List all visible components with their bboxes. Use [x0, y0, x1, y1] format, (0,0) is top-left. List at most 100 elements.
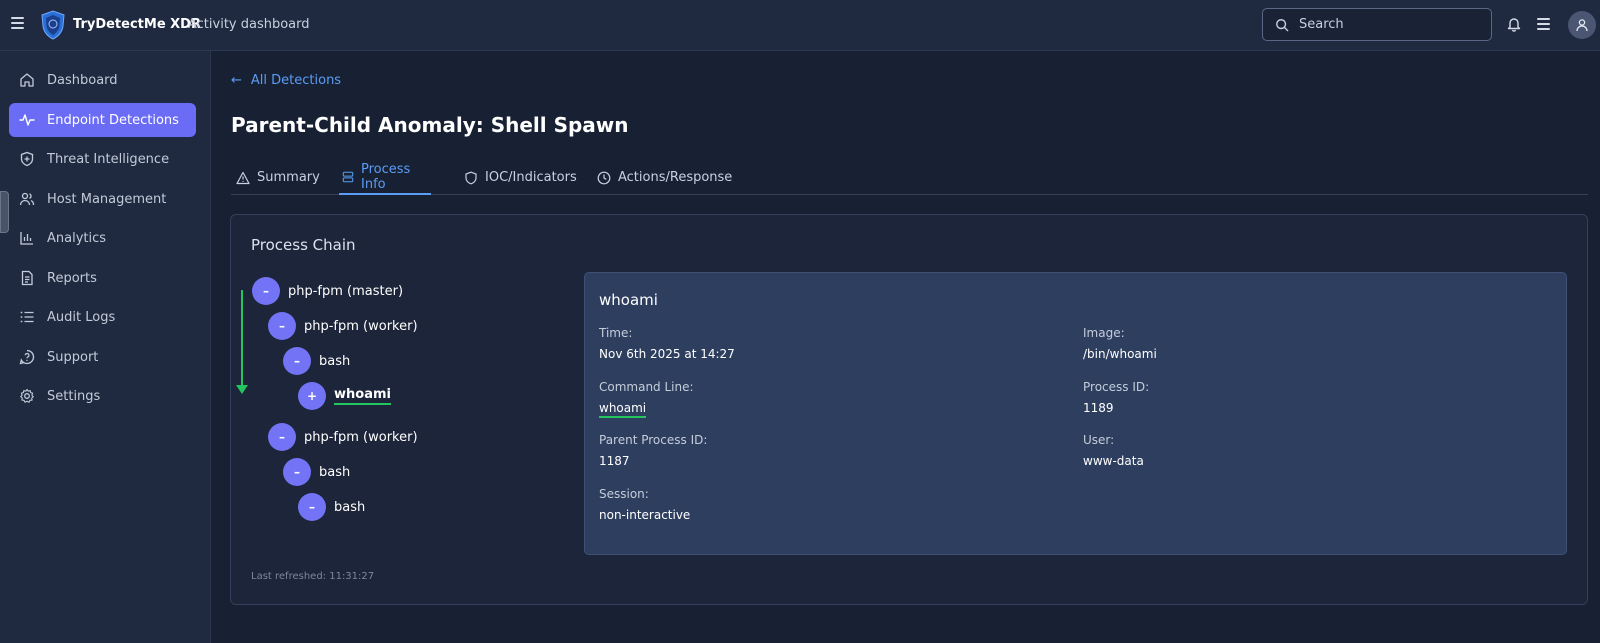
process-detail-panel: whoami Time: Nov 6th 2025 at 14:27 Image…: [584, 272, 1567, 555]
field-label: Parent Process ID:: [599, 433, 708, 447]
field-label: Image:: [1083, 326, 1125, 340]
card-title: Process Chain: [251, 236, 356, 254]
sidebar-item-threat-intelligence[interactable]: Threat Intelligence: [9, 142, 196, 176]
collapse-toggle[interactable]: –: [283, 347, 311, 375]
alert-triangle-icon: [236, 171, 250, 184]
field-label: Command Line:: [599, 380, 694, 394]
field-value: whoami: [599, 401, 647, 418]
sidebar-item-analytics[interactable]: Analytics: [9, 221, 196, 255]
sidebar-item-support[interactable]: Support: [9, 340, 196, 374]
sidebar-item-label: Dashboard: [47, 72, 118, 88]
process-node-bash[interactable]: – bash: [283, 347, 350, 375]
back-link-label: All Detections: [250, 73, 342, 88]
tab-bar: Summary Process Info IOC/Indicators Acti…: [231, 160, 1588, 195]
process-node-label: php-fpm (master): [288, 283, 404, 299]
sidebar-item-label: Settings: [47, 388, 101, 404]
arrow-down-icon: [236, 385, 248, 394]
hamburger-menu-icon[interactable]: [10, 15, 26, 31]
field-label: Session:: [599, 487, 649, 501]
process-node-label: php-fpm (worker): [304, 318, 418, 334]
field-value: www-data: [1083, 454, 1144, 468]
sidebar-collapse-handle[interactable]: [0, 191, 9, 233]
section-title: Activity dashboard: [188, 17, 310, 32]
shield-icon: [465, 171, 477, 184]
field-value: Nov 6th 2025 at 14:27: [599, 347, 735, 361]
bell-icon[interactable]: [1506, 16, 1522, 32]
field-command-line: Command Line: whoami: [599, 380, 1039, 418]
tab-label: Summary: [257, 170, 320, 185]
tab-label: Actions/Response: [618, 170, 733, 185]
field-label: User:: [1083, 433, 1115, 447]
list-menu-icon[interactable]: [1537, 17, 1553, 33]
field-image: Image: /bin/whoami: [1083, 326, 1523, 362]
process-node-bash[interactable]: – bash: [298, 493, 365, 521]
help-circle-icon: [19, 349, 35, 365]
sidebar-item-settings[interactable]: Settings: [9, 379, 196, 413]
process-node-label: bash: [334, 499, 366, 515]
sidebar-item-label: Analytics: [47, 230, 107, 246]
process-node-bash[interactable]: – bash: [283, 458, 350, 486]
file-text-icon: [21, 270, 33, 286]
sidebar-item-endpoint-detections[interactable]: Endpoint Detections: [9, 103, 196, 137]
last-refreshed: Last refreshed: 11:31:27: [251, 571, 375, 582]
sidebar-item-reports[interactable]: Reports: [9, 261, 196, 295]
process-node-php-fpm-worker[interactable]: – php-fpm (worker): [268, 312, 418, 340]
sidebar-item-label: Support: [47, 349, 99, 365]
process-node-label: php-fpm (worker): [304, 429, 418, 445]
field-label: Process ID:: [1083, 380, 1150, 394]
collapse-toggle[interactable]: –: [252, 277, 280, 305]
field-process-id: Process ID: 1189: [1083, 380, 1523, 416]
field-session: Session: non-interactive: [599, 487, 1039, 523]
sidebar-item-label: Endpoint Detections: [47, 112, 179, 128]
avatar[interactable]: [1568, 11, 1596, 39]
server-icon: [342, 171, 354, 182]
process-chain-card: Process Chain – php-fpm (master) – php-f…: [230, 214, 1588, 605]
process-node-whoami[interactable]: + whoami: [298, 382, 391, 410]
collapse-toggle[interactable]: –: [268, 423, 296, 451]
tab-process-info[interactable]: Process Info: [339, 160, 431, 195]
clock-icon: [597, 171, 611, 184]
field-value: 1189: [1083, 401, 1114, 415]
user-icon: [1576, 19, 1588, 32]
process-node-php-fpm-worker[interactable]: – php-fpm (worker): [268, 423, 418, 451]
tab-ioc-indicators[interactable]: IOC/Indicators: [461, 160, 580, 195]
bar-chart-icon: [20, 232, 33, 245]
page-title: Parent-Child Anomaly: Shell Spawn: [231, 113, 629, 137]
logo-shield-icon: [41, 10, 65, 40]
field-value: 1187: [599, 454, 630, 468]
detail-title: whoami: [599, 291, 658, 309]
tab-actions-response[interactable]: Actions/Response: [594, 160, 735, 195]
tab-summary[interactable]: Summary: [233, 160, 323, 195]
sidebar-item-label: Reports: [47, 270, 97, 286]
field-user: User: www-data: [1083, 433, 1523, 469]
sidebar-item-label: Threat Intelligence: [47, 151, 170, 167]
gear-icon: [20, 388, 34, 403]
field-time: Time: Nov 6th 2025 at 14:27: [599, 326, 1039, 362]
expand-toggle[interactable]: +: [298, 382, 326, 410]
collapse-toggle[interactable]: –: [268, 312, 296, 340]
search-input[interactable]: [1299, 17, 1479, 32]
chain-arrow: [241, 290, 243, 388]
home-icon: [20, 73, 34, 87]
collapse-toggle[interactable]: –: [298, 493, 326, 521]
process-node-label: whoami: [334, 387, 391, 405]
field-value: non-interactive: [599, 508, 691, 522]
field-value: /bin/whoami: [1083, 347, 1157, 361]
sidebar-item-dashboard[interactable]: Dashboard: [9, 63, 196, 97]
process-node-label: bash: [319, 353, 351, 369]
process-node-php-fpm-master[interactable]: – php-fpm (master): [252, 277, 403, 305]
sidebar-item-host-management[interactable]: Host Management: [9, 182, 196, 216]
list-icon: [20, 311, 34, 323]
tab-label: Process Info: [361, 161, 411, 192]
search-icon: [1276, 18, 1289, 31]
tab-label: IOC/Indicators: [485, 170, 577, 185]
search-box[interactable]: [1262, 8, 1492, 41]
collapse-toggle[interactable]: –: [283, 458, 311, 486]
users-icon: [19, 192, 35, 206]
process-node-label: bash: [319, 464, 351, 480]
sidebar: Dashboard Endpoint Detections Threat Int…: [0, 51, 211, 643]
back-to-detections-link[interactable]: ← All Detections: [231, 73, 341, 88]
activity-icon: [19, 114, 35, 126]
sidebar-item-label: Audit Logs: [47, 309, 116, 325]
sidebar-item-audit-logs[interactable]: Audit Logs: [9, 300, 196, 334]
